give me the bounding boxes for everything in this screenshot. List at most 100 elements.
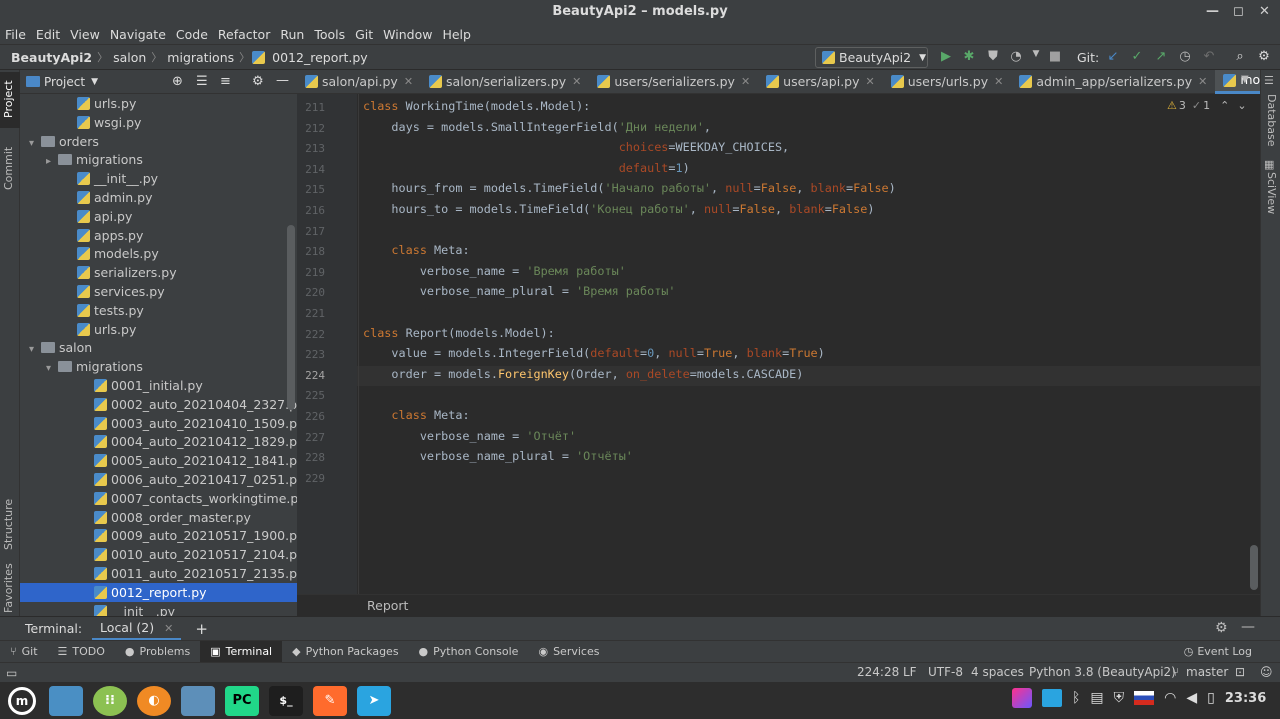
- tree-file[interactable]: 0001_initial.py: [20, 376, 297, 395]
- event-log-button[interactable]: ◷ Event Log: [1174, 641, 1262, 663]
- tree-scrollbar[interactable]: [287, 225, 295, 410]
- history-icon[interactable]: ◷: [1175, 49, 1195, 64]
- project-strip-button[interactable]: Project: [0, 72, 20, 128]
- menu-window[interactable]: Window: [378, 27, 437, 42]
- keyboard-layout-flag-icon[interactable]: [1134, 691, 1155, 705]
- tree-file[interactable]: models.py: [20, 244, 297, 263]
- gear-icon[interactable]: ⚙: [1215, 620, 1228, 636]
- add-terminal-icon[interactable]: +: [195, 620, 208, 638]
- caret-position[interactable]: 224:28: [857, 665, 899, 679]
- git-update-icon[interactable]: ↙: [1103, 49, 1123, 64]
- tree-file[interactable]: 0008_order_master.py: [20, 508, 297, 527]
- tree-file[interactable]: 0009_auto_20210517_1900.py: [20, 526, 304, 545]
- profile-icon[interactable]: ◔: [1006, 49, 1026, 64]
- tree-folder[interactable]: ▾ migrations: [20, 357, 297, 376]
- tree-file[interactable]: 0005_auto_20210412_1841.py: [20, 451, 304, 470]
- editor-scrollbar[interactable]: [1250, 545, 1258, 590]
- code-line[interactable]: class WorkingTime(models.Model):: [363, 99, 590, 113]
- software-manager-icon[interactable]: ⁝⁝: [93, 685, 127, 716]
- close-tab-icon[interactable]: ✕: [572, 70, 581, 94]
- tool-window-python-packages[interactable]: ◆ Python Packages: [282, 641, 408, 663]
- menu-tools[interactable]: Tools: [309, 27, 350, 42]
- close-tab-icon[interactable]: ✕: [866, 70, 875, 94]
- layout-icon[interactable]: ▭: [6, 666, 17, 680]
- editor-breadcrumb[interactable]: Report: [367, 598, 408, 613]
- tool-window-terminal[interactable]: ▣ Terminal: [200, 640, 283, 663]
- git-commit-icon[interactable]: ✓: [1127, 49, 1147, 64]
- tool-window-services[interactable]: ◉ Services: [528, 641, 609, 663]
- code-line[interactable]: default=1): [363, 161, 690, 175]
- close-tab-icon[interactable]: ✕: [404, 70, 413, 94]
- tree-file[interactable]: api.py: [20, 207, 297, 226]
- editor-tab[interactable]: admin_app/serializers.py ✕: [1011, 70, 1215, 94]
- menu-help[interactable]: Help: [437, 27, 476, 42]
- clock[interactable]: 23:36: [1225, 691, 1266, 706]
- telegram-icon[interactable]: ➤: [357, 685, 391, 716]
- code-line[interactable]: verbose_name_plural = 'Время работы': [363, 284, 676, 298]
- volume-icon[interactable]: ◀: [1186, 690, 1197, 706]
- code-line[interactable]: verbose_name = 'Отчёт': [363, 429, 576, 443]
- close-window-button[interactable]: ✕: [1259, 0, 1270, 24]
- shield-icon[interactable]: ⛨: [1114, 690, 1125, 706]
- menu-file[interactable]: File: [0, 27, 31, 42]
- code-line[interactable]: days = models.SmallIntegerField('Дни нед…: [363, 120, 711, 134]
- tree-folder[interactable]: ▾ orders: [20, 132, 297, 151]
- code-line[interactable]: verbose_name_plural = 'Отчёты': [363, 449, 633, 463]
- tree-file[interactable]: 0003_auto_20210410_1509.py: [20, 414, 304, 433]
- tree-file[interactable]: serializers.py: [20, 263, 297, 282]
- commit-strip-button[interactable]: Commit: [2, 147, 15, 190]
- tree-folder[interactable]: ▾ salon: [20, 338, 297, 357]
- locate-icon[interactable]: ⊕: [172, 74, 183, 89]
- tree-folder[interactable]: ▸ migrations: [20, 150, 297, 169]
- tool-window-python-console[interactable]: ● Python Console: [409, 641, 529, 663]
- firefox-icon[interactable]: ◐: [137, 685, 171, 716]
- code-line[interactable]: hours_from = models.TimeField('Начало ра…: [363, 181, 895, 195]
- gear-icon[interactable]: ⚙: [252, 74, 264, 89]
- breadcrumb-item[interactable]: 0012_report.py: [269, 50, 371, 65]
- terminal-tab[interactable]: Local (2) ✕: [92, 617, 182, 640]
- tabs-dropdown-icon[interactable]: ▼: [1241, 74, 1249, 85]
- code-line[interactable]: order = models.ForeignKey(Order, on_dele…: [363, 367, 803, 381]
- code-line[interactable]: verbose_name = 'Время работы': [363, 264, 626, 278]
- tree-file[interactable]: urls.py: [20, 94, 297, 113]
- coverage-icon[interactable]: ⛊: [983, 49, 1003, 64]
- tree-file[interactable]: 0006_auto_20210417_0251.py: [20, 470, 304, 489]
- minimize-button[interactable]: —: [1206, 0, 1219, 24]
- chevron-down-icon[interactable]: ▼: [91, 77, 98, 87]
- search-icon[interactable]: ⌕: [1230, 49, 1250, 64]
- battery-icon[interactable]: ▯: [1207, 690, 1215, 706]
- python-interpreter[interactable]: Python 3.8 (BeautyApi2): [1029, 665, 1176, 679]
- menu-code[interactable]: Code: [171, 27, 213, 42]
- menu-navigate[interactable]: Navigate: [105, 27, 171, 42]
- code-line[interactable]: class Meta:: [363, 243, 469, 257]
- tool-window-todo[interactable]: ☰ TODO: [48, 641, 115, 663]
- breadcrumb-item[interactable]: migrations: [164, 50, 237, 65]
- tree-file[interactable]: 0004_auto_20210412_1829.py: [20, 432, 304, 451]
- tree-file[interactable]: 0012_report.py: [20, 582, 297, 602]
- mint-menu-icon[interactable]: m: [5, 686, 39, 716]
- editor-tab[interactable]: salon/api.py ✕: [297, 70, 421, 94]
- tree-file[interactable]: 0010_auto_20210517_2104.py: [20, 545, 304, 564]
- breadcrumb-item[interactable]: BeautyApi2: [8, 50, 95, 65]
- clipboard-icon[interactable]: ▤: [1090, 690, 1103, 706]
- code-editor[interactable]: 211 class WorkingTime(models.Model): 212 d…: [297, 94, 1260, 594]
- code-line[interactable]: class Report(models.Model):: [363, 326, 555, 340]
- show-desktop-icon[interactable]: [49, 685, 83, 716]
- close-tab-icon[interactable]: ✕: [741, 70, 750, 94]
- editor-tab[interactable]: users/urls.py ✕: [883, 70, 1012, 94]
- rollback-icon[interactable]: ↶: [1199, 49, 1219, 64]
- stop-icon[interactable]: ■: [1045, 49, 1065, 64]
- settings-icon[interactable]: ⚙: [1254, 49, 1274, 64]
- menu-refactor[interactable]: Refactor: [213, 27, 275, 42]
- debug-icon[interactable]: ✱: [959, 49, 979, 64]
- tree-file[interactable]: 0007_contacts_workingtime.py: [20, 489, 306, 508]
- tree-file[interactable]: apps.py: [20, 226, 297, 245]
- tree-file[interactable]: urls.py: [20, 320, 297, 339]
- editor-tab[interactable]: salon/serializers.py ✕: [421, 70, 589, 94]
- event-icon[interactable]: ☺: [1260, 665, 1273, 679]
- run-config-select[interactable]: BeautyApi2 ▼: [815, 47, 928, 68]
- database-strip-button[interactable]: Database: [1265, 94, 1278, 147]
- maximize-button[interactable]: ◻: [1233, 0, 1244, 24]
- inspection-widget[interactable]: ⚠ 3 ✓ 1 ⌃ ⌄: [1167, 99, 1247, 112]
- files-icon[interactable]: [181, 685, 215, 716]
